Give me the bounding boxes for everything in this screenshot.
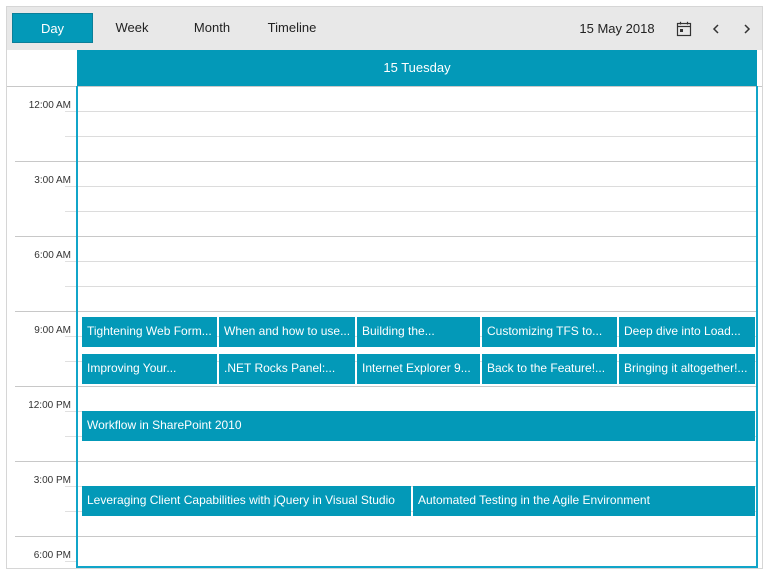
time-label-3pm: 3:00 PM [33, 475, 71, 486]
day-header[interactable]: 15 Tuesday [77, 50, 757, 86]
grid-line [78, 461, 756, 462]
current-date-label[interactable]: 15 May 2018 [567, 7, 667, 50]
appointment[interactable]: Tightening Web Form... [82, 317, 217, 347]
time-tick [15, 161, 77, 162]
appointment[interactable]: Workflow in SharePoint 2010 [82, 411, 755, 441]
time-label-12pm: 12:00 PM [28, 400, 71, 411]
tab-month[interactable]: Month [172, 13, 252, 43]
appointment[interactable]: Bringing it altogether!... [619, 354, 755, 384]
time-tick [15, 536, 77, 537]
appointment[interactable]: Improving Your... [82, 354, 217, 384]
grid-line [78, 111, 756, 112]
appointment[interactable]: Building the... [357, 317, 480, 347]
time-ruler: 12:00 AM 3:00 AM 6:00 AM 9:00 AM 12:00 P… [7, 86, 77, 568]
chevron-left-icon[interactable] [705, 18, 727, 40]
appointment[interactable]: Deep dive into Load... [619, 317, 755, 347]
appointment[interactable]: Leveraging Client Capabilities with jQue… [82, 486, 411, 516]
time-label-3am: 3:00 AM [34, 175, 71, 186]
calendar-icon[interactable] [673, 18, 695, 40]
grid-line [78, 386, 756, 387]
scheduler-toolbar: Day Week Month Timeline 15 May 2018 [7, 7, 762, 50]
grid-line [78, 211, 756, 212]
day-grid[interactable]: Tightening Web Form... When and how to u… [76, 86, 758, 568]
grid-line [78, 536, 756, 537]
time-tick [15, 236, 77, 237]
scheduler: Day Week Month Timeline 15 May 2018 15 T… [6, 6, 763, 569]
day-header-row: 15 Tuesday [7, 50, 762, 87]
appointment[interactable]: Automated Testing in the Agile Environme… [413, 486, 755, 516]
appointment[interactable]: Back to the Feature!... [482, 354, 617, 384]
grid-line [78, 311, 756, 312]
appointment[interactable]: Customizing TFS to... [482, 317, 617, 347]
chevron-right-icon[interactable] [736, 18, 758, 40]
appointment[interactable]: Internet Explorer 9... [357, 354, 480, 384]
time-tick [15, 386, 77, 387]
appointment[interactable]: When and how to use... [219, 317, 355, 347]
time-label-6am: 6:00 AM [34, 250, 71, 261]
grid-line [78, 186, 756, 187]
time-label-9am: 9:00 AM [34, 325, 71, 336]
grid-line [78, 136, 756, 137]
time-label-6pm: 6:00 PM [33, 550, 71, 561]
grid-line [78, 261, 756, 262]
grid-line [78, 286, 756, 287]
tab-timeline[interactable]: Timeline [252, 13, 332, 43]
time-tick [15, 311, 77, 312]
appointment[interactable]: .NET Rocks Panel:... [219, 354, 355, 384]
tab-day[interactable]: Day [12, 13, 93, 43]
grid-line [78, 161, 756, 162]
time-label-12am: 12:00 AM [28, 100, 71, 111]
time-tick [15, 86, 77, 87]
time-tick [15, 461, 77, 462]
grid-line [78, 236, 756, 237]
tab-week[interactable]: Week [92, 13, 172, 43]
